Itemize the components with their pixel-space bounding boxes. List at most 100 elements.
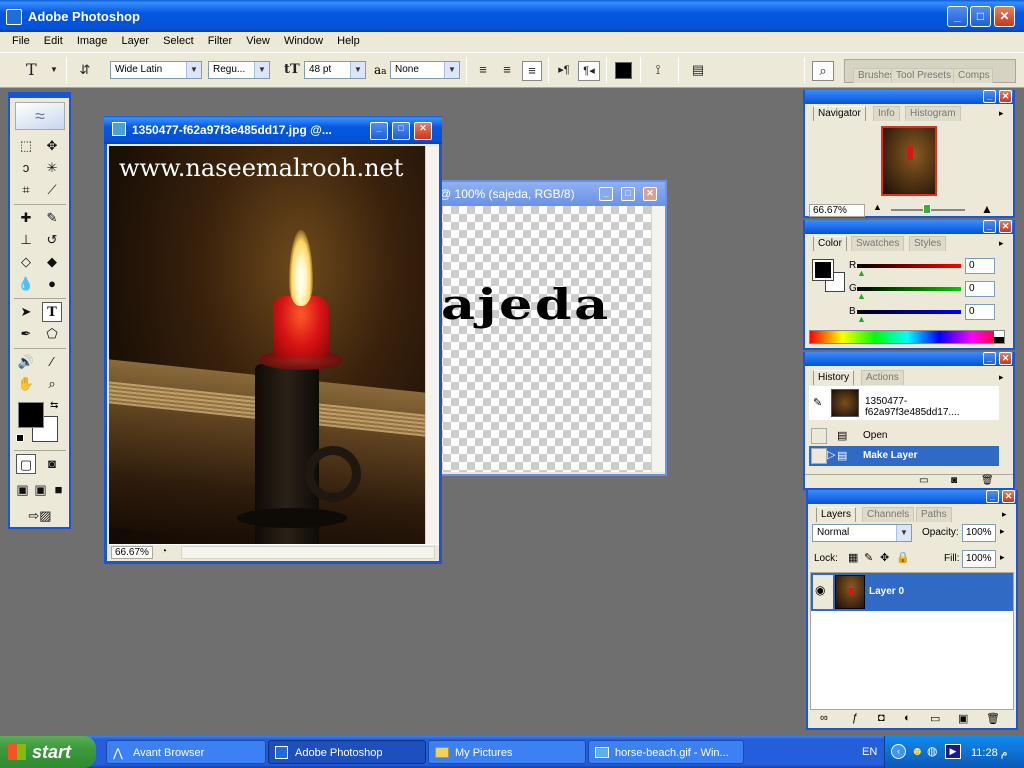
text-color-swatch[interactable] xyxy=(615,62,632,79)
pen-tool-icon[interactable]: ✒ xyxy=(16,324,36,344)
menu-window[interactable]: Window xyxy=(284,35,323,47)
taskbar-item-avant-browser[interactable]: ⋀ Avant Browser xyxy=(106,740,266,764)
adjustment-layer-icon[interactable]: ◐ xyxy=(904,712,911,724)
doc1-vertical-scrollbar[interactable] xyxy=(425,146,439,544)
new-group-icon[interactable]: ▭ xyxy=(930,712,940,725)
magic-wand-icon[interactable]: ✳ xyxy=(42,158,62,178)
navigator-zoom-thumb[interactable] xyxy=(923,204,931,214)
layer-style-icon[interactable]: ƒ xyxy=(852,712,858,724)
history-state-row-selected[interactable]: ▷ ▤ Make Layer xyxy=(809,446,999,466)
lock-image-icon[interactable]: ✎ xyxy=(864,551,873,564)
palettes-toggle-icon[interactable]: ▤ xyxy=(688,61,708,79)
swap-colors-icon[interactable]: ⇆ xyxy=(50,400,58,411)
history-brush-icon[interactable]: ↺ xyxy=(42,230,62,250)
tab-comps[interactable]: Comps xyxy=(953,68,993,83)
history-snapshot-row[interactable]: ✎ 1350477-f62a97f3e485dd17.... xyxy=(809,386,999,420)
menu-help[interactable]: Help xyxy=(337,35,360,47)
close-button[interactable]: ✕ xyxy=(1002,490,1015,503)
lock-position-icon[interactable]: ✥ xyxy=(880,551,889,564)
close-button[interactable]: ✕ xyxy=(643,187,657,201)
eyedropper-icon[interactable]: ⁄ xyxy=(42,352,62,372)
type-tool-icon[interactable]: T xyxy=(42,302,62,322)
new-layer-icon[interactable]: ▣ xyxy=(958,712,968,725)
panel-menu-icon[interactable]: ▸ xyxy=(999,238,1004,249)
close-button[interactable]: ✕ xyxy=(414,122,432,140)
doc2-canvas[interactable]: ajeda xyxy=(427,206,651,472)
taskbar-item-image-viewer[interactable]: horse-beach.gif - Win... xyxy=(588,740,744,764)
minimize-button[interactable]: _ xyxy=(983,352,996,365)
tab-paths[interactable]: Paths xyxy=(916,507,952,522)
close-button[interactable]: ✕ xyxy=(999,352,1012,365)
new-document-from-state-icon[interactable]: ▭ xyxy=(919,475,928,486)
tab-navigator[interactable]: Navigator xyxy=(813,106,866,121)
align-left-icon[interactable]: ≡ xyxy=(474,61,492,79)
channel-g-value[interactable]: 0 xyxy=(965,281,995,297)
navigator-zoom[interactable]: 66.67% xyxy=(809,204,865,217)
tab-styles[interactable]: Styles xyxy=(909,236,947,251)
color-panel-bar[interactable]: _ ✕ xyxy=(805,220,1013,234)
clock[interactable]: 11:28 م xyxy=(971,746,1008,759)
doc1-zoom[interactable]: 66.67% xyxy=(111,546,153,559)
doc2-vertical-scrollbar[interactable] xyxy=(651,206,665,472)
file-browser-icon[interactable]: ⌕ xyxy=(812,61,834,81)
warp-text-icon[interactable]: ⟟ xyxy=(648,61,668,79)
font-family-select[interactable]: Wide Latin ▼ xyxy=(110,61,202,79)
eraser-tool-icon[interactable]: ◇ xyxy=(16,252,36,272)
feather-logo-icon[interactable]: ≈ xyxy=(15,102,65,130)
menu-layer[interactable]: Layer xyxy=(121,35,149,47)
brush-tool-icon[interactable]: ✎ xyxy=(42,208,62,228)
history-brush-source-icon[interactable]: ✎ xyxy=(813,396,822,409)
foreground-color-swatch[interactable] xyxy=(812,259,834,281)
opacity-value[interactable]: 100% xyxy=(962,524,996,542)
language-indicator[interactable]: EN xyxy=(862,746,877,758)
navigator-preview[interactable] xyxy=(881,126,937,196)
doc1-title-bar[interactable]: 1350477-f62a97f3e485dd17.jpg @... _ □ ✕ xyxy=(104,116,442,144)
zoom-tool-icon[interactable]: ⌕ xyxy=(42,374,62,394)
tray-collapse-icon[interactable]: ‹ xyxy=(891,744,906,759)
slice-tool-icon[interactable]: ⟋ xyxy=(42,180,62,200)
close-button[interactable]: ✕ xyxy=(999,90,1012,103)
healing-brush-icon[interactable]: ✚ xyxy=(16,208,36,228)
paint-bucket-icon[interactable]: ◆ xyxy=(42,252,62,272)
channel-g-slider[interactable] xyxy=(857,287,961,291)
eye-visibility-icon[interactable]: ◉ xyxy=(815,583,825,597)
tab-actions[interactable]: Actions xyxy=(861,370,904,385)
shape-tool-icon[interactable]: ⬠ xyxy=(42,324,62,344)
channel-b-slider[interactable] xyxy=(857,310,961,314)
trash-icon[interactable]: 🗑 xyxy=(986,712,1000,725)
maximize-button[interactable]: □ xyxy=(970,6,991,27)
lock-transparency-icon[interactable]: ▦ xyxy=(848,551,858,564)
zoom-out-icon[interactable]: ▲ xyxy=(873,202,882,212)
color-spectrum-ramp[interactable] xyxy=(809,330,1005,344)
font-size-select[interactable]: 48 pt ▼ xyxy=(304,61,366,79)
standard-mode-icon[interactable]: ▢ xyxy=(16,454,36,474)
move-tool-icon[interactable]: ✥ xyxy=(42,136,62,156)
layer-mask-icon[interactable]: ◘ xyxy=(878,712,885,724)
menu-file[interactable]: File xyxy=(12,35,30,47)
menu-view[interactable]: View xyxy=(246,35,270,47)
slider-thumb-icon[interactable]: ▲ xyxy=(857,268,866,278)
minimize-button[interactable]: _ xyxy=(983,220,996,233)
slider-thumb-icon[interactable]: ▲ xyxy=(857,314,866,324)
status-arrow-icon[interactable]: ◔ xyxy=(161,546,167,557)
fill-value[interactable]: 100% xyxy=(962,550,996,568)
default-colors-icon[interactable] xyxy=(16,434,24,442)
tab-info[interactable]: Info xyxy=(873,106,900,121)
align-center-icon[interactable]: ≡ xyxy=(498,61,516,79)
align-right-icon[interactable]: ≡ xyxy=(522,61,542,81)
font-style-select[interactable]: Regu... ▼ xyxy=(208,61,270,79)
doc1-horizontal-scrollbar[interactable] xyxy=(181,546,435,559)
notes-tool-icon[interactable]: 🔊 xyxy=(16,352,36,372)
close-button[interactable]: ✕ xyxy=(999,220,1012,233)
marquee-tool-icon[interactable]: ⬚ xyxy=(16,136,36,156)
jump-to-imageready-icon[interactable]: ⇨▨ xyxy=(18,506,62,526)
text-direction-rtl-icon[interactable]: ¶◂ xyxy=(578,61,600,81)
chevron-down-icon[interactable]: ▼ xyxy=(50,61,58,79)
lock-all-icon[interactable]: 🔒 xyxy=(896,551,910,564)
new-snapshot-icon[interactable]: ◙ xyxy=(951,475,957,486)
screen-mode-standard-icon[interactable]: ▣ xyxy=(14,480,31,500)
path-selection-icon[interactable]: ➤ xyxy=(16,302,36,322)
menu-image[interactable]: Image xyxy=(77,35,108,47)
clone-stamp-icon[interactable]: ⊥ xyxy=(16,230,36,250)
minimize-button[interactable]: _ xyxy=(986,490,999,503)
